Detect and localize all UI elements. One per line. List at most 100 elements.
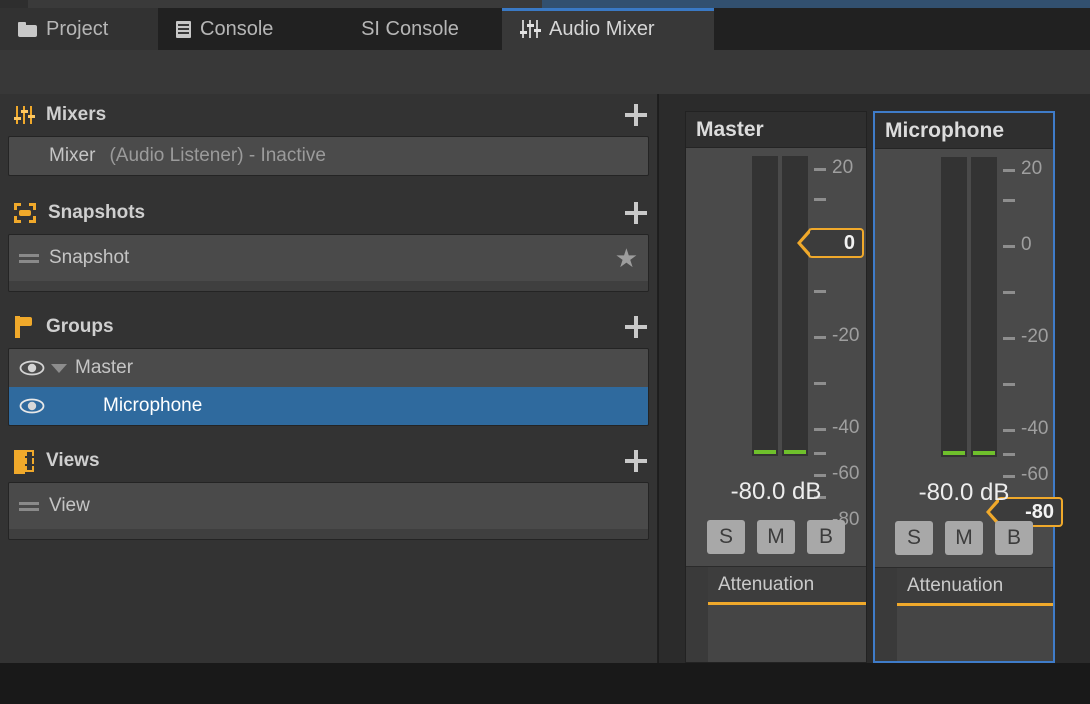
list-item[interactable]: Snapshot ★ [9,235,648,281]
section-header-views: Views [0,440,657,482]
top-strip-blue-segment [542,0,1090,8]
meter-level [784,450,806,454]
effects-gutter [686,567,708,662]
scale-tick [1003,245,1015,248]
scale-label: -40 [832,417,860,438]
top-strip-mid-segment [28,0,542,8]
top-strip-left-segment [0,0,28,8]
star-icon[interactable]: ★ [615,245,638,271]
scale-tick [1003,337,1015,340]
snapshots-title: Snapshots [48,202,146,223]
tab-console[interactable]: Console [158,8,318,50]
list-item[interactable]: Mixer (Audio Listener) - Inactive [9,137,648,175]
mixer-sidebar: Mixers Mixer (Audio Listener) - Inactive… [0,94,658,663]
snapshot-name: Snapshot [49,247,130,268]
group-name: Microphone [103,395,203,416]
meter-level [754,450,776,454]
scale-tick-minor [1003,453,1015,456]
mixer-strip-master[interactable]: Master 20 -20 -40 -60 -80 0 -80.0 dB S M… [685,111,867,663]
add-snapshot-button[interactable] [623,200,649,226]
solo-button[interactable]: S [707,520,745,554]
section-header-mixers: Mixers [0,94,657,136]
group-row-microphone[interactable]: Microphone [9,387,648,425]
mixers-list: Mixer (Audio Listener) - Inactive [8,136,649,176]
mixers-title: Mixers [46,104,107,125]
scale-tick-minor [814,452,826,455]
fader-meter-area[interactable]: 20 0 -20 -40 -60 -80 [941,157,1063,527]
meter-level [973,451,995,455]
snapshots-icon [14,203,36,223]
mixer-toolbar [0,50,1090,94]
tab-audio-mixer[interactable]: Audio Mixer [502,8,714,50]
group-row-master[interactable]: Master [9,349,648,387]
snapshots-list: Snapshot ★ [8,234,649,292]
window-top-strip [0,0,1090,8]
section-header-groups: Groups [0,306,657,348]
add-mixer-button[interactable] [623,102,649,128]
views-list: View [8,482,649,540]
views-icon [14,450,34,474]
scale-tick [814,336,826,339]
strip-body: 20 -20 -40 -60 -80 0 -80.0 dB S M B Atte… [686,148,866,662]
views-title: Views [46,450,100,471]
scale-tick [1003,169,1015,172]
tab-project[interactable]: Project [0,8,158,50]
scale-label: -20 [832,325,860,346]
scale-tick-minor [814,382,826,385]
bypass-button[interactable]: B [807,520,845,554]
effect-attenuation[interactable]: Attenuation [897,568,1053,606]
tab-si-console[interactable]: SI Console [318,8,502,50]
solo-button[interactable]: S [895,521,933,555]
tab-si-console-label: SI Console [361,17,459,40]
strip-buttons: S M B [875,521,1053,555]
scale-label: -20 [1021,326,1049,347]
scale-label: -40 [1021,418,1049,439]
mixer-strips-region: Master 20 -20 -40 -60 -80 0 -80.0 dB S M… [659,94,1090,663]
scale-tick-minor [1003,383,1015,386]
group-name: Master [75,357,134,378]
groups-icon [14,316,34,338]
views-list-filler [9,529,648,539]
strip-buttons: S M B [686,520,866,554]
mute-button[interactable]: M [945,521,983,555]
meter-bar-right [782,156,808,456]
scale-label: 20 [832,157,854,178]
audio-mixer-window: Project Console SI Console Audio Mixer M… [0,0,1090,704]
db-readout: -80.0 dB [918,479,1010,506]
scale-tick [1003,475,1015,478]
add-view-button[interactable] [623,448,649,474]
effect-attenuation[interactable]: Attenuation [708,567,866,605]
drag-handle-icon[interactable] [19,501,39,511]
add-group-button[interactable] [623,314,649,340]
strip-title: Master [686,112,866,148]
scale-tick [814,474,826,477]
view-name: View [49,495,90,516]
eye-icon[interactable] [19,360,45,376]
drag-handle-icon[interactable] [19,253,39,263]
tab-project-label: Project [46,17,109,40]
scale-tick-minor [1003,291,1015,294]
meter-level [943,451,965,455]
tab-bar: Project Console SI Console Audio Mixer [0,8,1090,50]
window-footer [0,663,1090,704]
effects-area: Attenuation [686,566,866,662]
fader-handle-master[interactable]: 0 [797,228,864,258]
snapshots-list-filler [9,281,648,291]
groups-title: Groups [46,316,114,337]
bypass-button[interactable]: B [995,521,1033,555]
scale-tick [1003,429,1015,432]
db-readout: -80.0 dB [730,478,822,505]
fader-meter-area[interactable]: 20 -20 -40 -60 -80 0 [752,156,864,529]
scale-label: 0 [1021,234,1032,255]
fader-value: 0 [843,231,855,254]
eye-icon[interactable] [19,398,45,414]
list-item[interactable]: View [9,483,648,529]
scale-tick-minor [814,198,826,201]
chevron-down-icon[interactable] [51,363,67,373]
scale-tick-minor [814,290,826,293]
fader-notch-inner [801,232,811,254]
mute-button[interactable]: M [757,520,795,554]
mixer-strip-microphone[interactable]: Microphone 20 0 -20 -40 -60 -80 -80.0 dB… [873,111,1063,663]
meter-bar-right [971,157,997,457]
meter-bar-left [941,157,967,457]
